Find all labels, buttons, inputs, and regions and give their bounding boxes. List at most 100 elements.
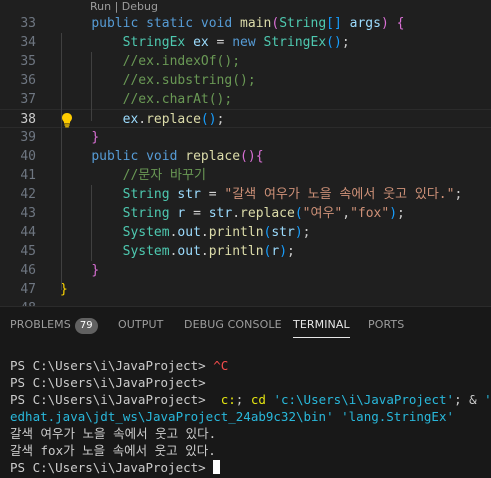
tab-ports[interactable]: PORTS [368,318,404,331]
code-token: ( [294,206,303,221]
line-number[interactable]: 38 [0,110,36,129]
code-text: //ex.substring(); [60,71,256,90]
code-line[interactable]: 33 public static void main(String[] args… [0,14,491,33]
code-line[interactable]: 46 } [0,261,491,280]
code-token: public [91,149,139,164]
code-token: replace [146,112,201,127]
code-token: //ex.charAt(); [122,92,233,107]
code-text: public void replace(){ [60,147,263,166]
code-token: . [200,244,209,259]
code-text: System.out.println(str); [60,223,311,242]
code-line[interactable]: 36 //ex.substring(); [0,71,491,90]
tab-terminal[interactable]: TERMINAL [293,318,350,338]
tab-problems[interactable]: PROBLEMS 79 [10,318,98,334]
code-token: () [326,35,342,50]
codelens-run-debug[interactable]: Run | Debug [90,0,158,14]
line-number[interactable]: 47 [0,280,36,299]
code-token: String [122,206,170,221]
code-line[interactable]: 41 //문자 바꾸기 [0,166,491,185]
code-token: . [232,206,241,221]
code-line[interactable]: 35 //ex.indexOf(); [0,52,491,71]
terminal-line: edhat.java\jdt_ws\JavaProject_24ab9c32\b… [10,408,491,425]
code-line[interactable]: 40 public void replace(){ [0,147,491,166]
code-token: "fox" [350,206,390,221]
code-token: System [122,225,170,240]
lightbulb-icon[interactable] [60,112,74,128]
terminal-text: 'c:\Users\i\JavaProject' [273,392,455,407]
code-editor[interactable]: Run | Debug 33 public static void main(S… [0,0,491,306]
line-number[interactable]: 44 [0,223,36,242]
line-number[interactable]: 35 [0,52,36,71]
code-text: String r = str.replace("여우","fox"); [60,204,405,223]
line-number[interactable]: 41 [0,166,36,185]
code-token: out [177,244,201,259]
code-token: //ex.substring(); [122,73,256,88]
line-number[interactable]: 42 [0,185,36,204]
line-number[interactable]: 46 [0,261,36,280]
terminal-output[interactable]: PS C:\Users\i\JavaProject> ^C PS C:\Users… [10,357,491,476]
code-token: out [177,225,201,240]
terminal-text: PS C:\Users\i\JavaProject> [10,460,214,475]
terminal-line: PS C:\Users\i\JavaProject> ^C [10,357,491,374]
terminal-text: 갈색 여우가 노을 속에서 웃고 있다. [10,426,217,441]
code-text: System.out.println(r); [60,242,295,261]
line-number[interactable]: 48 [0,299,36,306]
code-token: () [240,149,256,164]
code-text: } [60,128,99,147]
indent-guide [91,52,92,121]
terminal-text: PS C:\Users\i\JavaProject> [10,375,206,390]
terminal-text: PS C:\Users\i\JavaProject> [10,392,221,407]
terminal-line: PS C:\Users\i\JavaProject> [10,459,491,476]
code-line[interactable]: 44 System.out.println(str); [0,223,491,242]
terminal-text: PS C:\Users\i\JavaProject> [10,358,214,373]
tab-output[interactable]: OUTPUT [118,318,163,331]
line-number[interactable]: 33 [0,14,36,33]
code-text: String str = "갈색 여우가 노을 속에서 웃고 있다."; [60,185,463,204]
code-line[interactable]: 48 [0,299,491,306]
code-token: String [122,187,170,202]
code-token: ; [454,187,463,202]
line-number[interactable]: 39 [0,128,36,147]
code-token: } [91,263,100,278]
line-number[interactable]: 36 [0,71,36,90]
code-token: new [232,35,256,50]
line-number[interactable]: 34 [0,33,36,52]
code-token: = [208,35,233,50]
line-number[interactable]: 40 [0,147,36,166]
code-token: //문자 바꾸기 [122,168,206,183]
code-text: //ex.indexOf(); [60,52,240,71]
tab-debug-console[interactable]: DEBUG CONSOLE [184,318,282,331]
line-number[interactable]: 45 [0,242,36,261]
line-number[interactable]: 37 [0,90,36,109]
code-token: replace [185,149,241,164]
code-line[interactable]: 42 String str = "갈색 여우가 노을 속에서 웃고 있다."; [0,185,491,204]
indent-guide [91,185,92,261]
terminal-text: edhat.java\jdt_ws\JavaProject_24ab9c32\b… [10,409,455,424]
line-number[interactable]: 43 [0,204,36,223]
code-token: ) [279,244,288,259]
code-token: . [200,225,209,240]
code-line[interactable]: 34 StringEx ex = new StringEx(); [0,33,491,52]
tab-label: DEBUG CONSOLE [184,318,282,331]
code-line[interactable]: 37 //ex.charAt(); [0,90,491,109]
terminal-text: ; & [454,392,485,407]
code-token: String [279,16,327,31]
terminal-text: 'C:\Pr [484,392,491,407]
code-token: { [396,16,405,31]
code-line[interactable]: 43 String r = str.replace("여우","fox"); [0,204,491,223]
bottom-panel: PROBLEMS 79 OUTPUT DEBUG CONSOLE TERMINAL POR… [0,306,491,478]
code-line[interactable]: 45 System.out.println(r); [0,242,491,261]
code-line[interactable]: 47} [0,280,491,299]
code-line[interactable]: 39 } [0,128,491,147]
tab-label: TERMINAL [293,318,350,331]
tab-label: PORTS [368,318,405,331]
terminal-line: 갈색 fox가 노을 속에서 웃고 있다. [10,442,491,459]
code-token: r [271,244,280,259]
